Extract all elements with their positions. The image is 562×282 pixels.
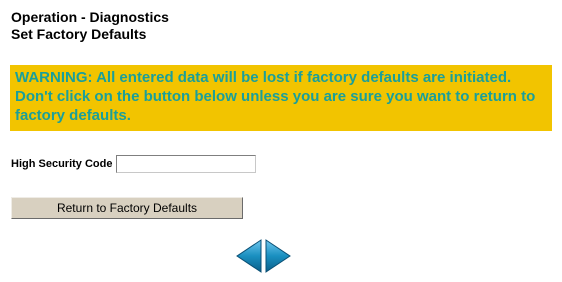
page-subtitle: Set Factory Defaults bbox=[11, 26, 147, 42]
security-code-row: High Security Code bbox=[11, 155, 257, 173]
security-code-input[interactable] bbox=[116, 155, 257, 173]
back-arrow-icon[interactable] bbox=[236, 239, 262, 273]
section-title: Operation - Diagnostics bbox=[11, 9, 169, 25]
page-title: Operation - Diagnostics Set Factory Defa… bbox=[11, 9, 169, 43]
return-to-factory-defaults-button[interactable]: Return to Factory Defaults bbox=[11, 197, 243, 219]
warning-banner: WARNING: All entered data will be lost i… bbox=[10, 65, 552, 131]
warning-text: WARNING: All entered data will be lost i… bbox=[15, 69, 536, 124]
forward-arrow-icon[interactable] bbox=[265, 239, 291, 273]
navigation-arrows bbox=[236, 239, 291, 273]
security-code-label: High Security Code bbox=[11, 158, 113, 170]
